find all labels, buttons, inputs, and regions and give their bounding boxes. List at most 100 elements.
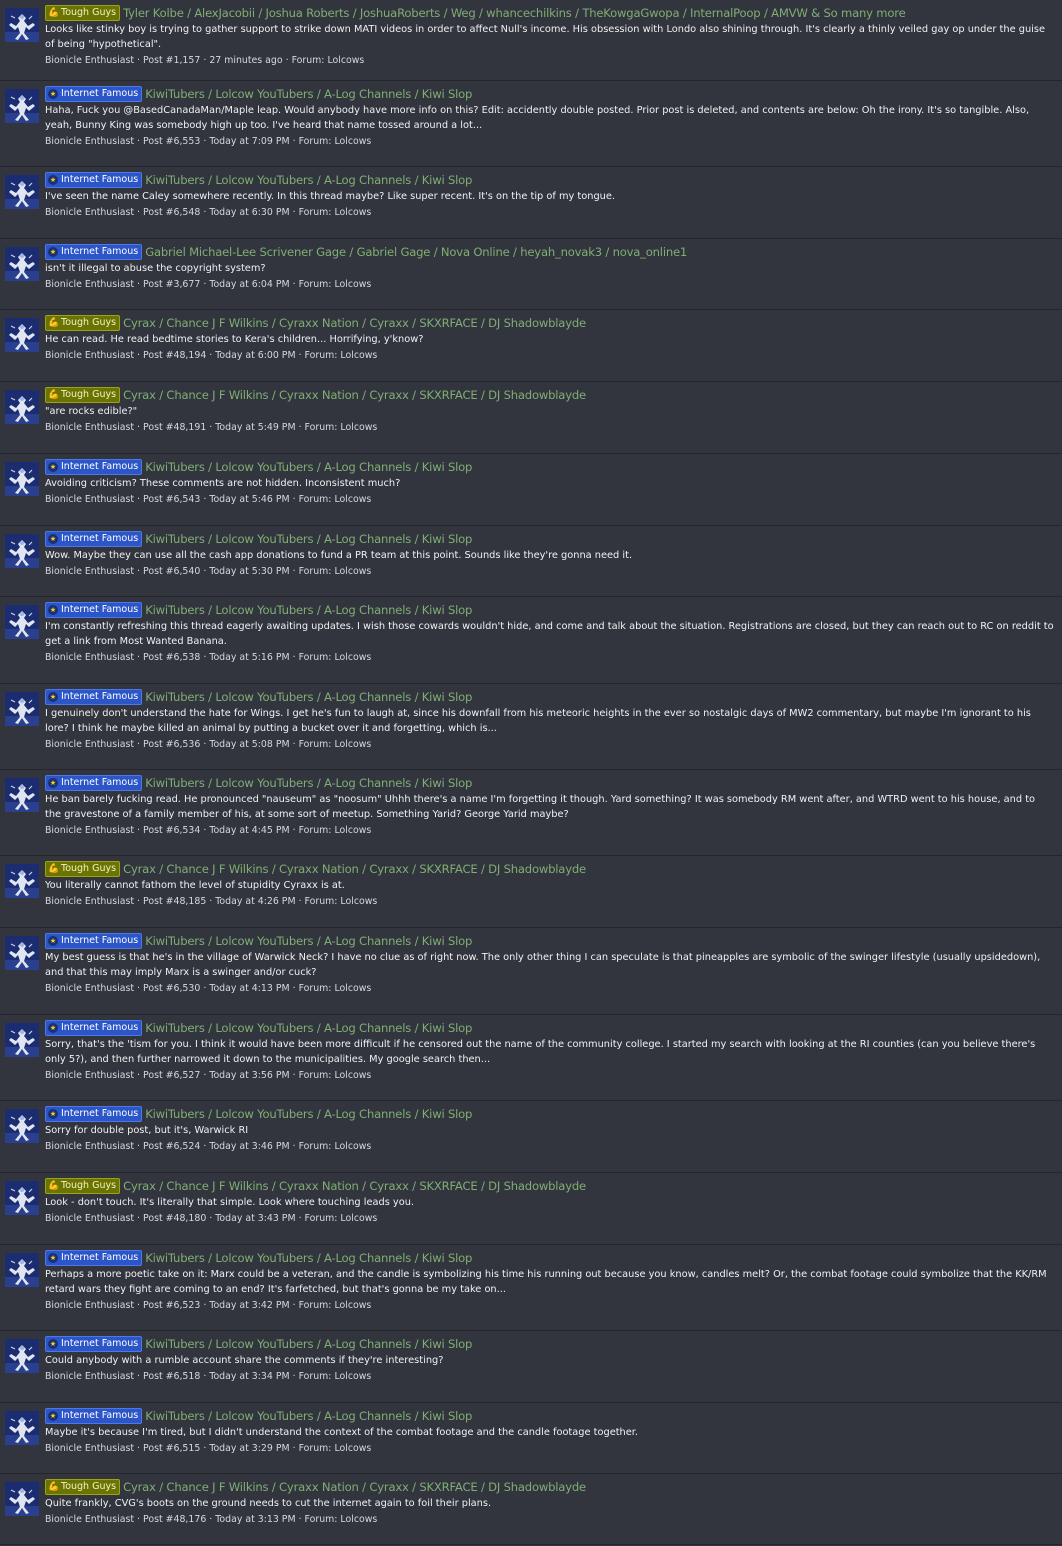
avatar[interactable] xyxy=(5,8,39,42)
tough-guys-label[interactable]: 💪 Tough Guys xyxy=(45,387,121,403)
thread-title-link[interactable]: KiwiTubers / Lolcow YouTubers / A-Log Ch… xyxy=(145,775,472,791)
tough-guys-label[interactable]: 💪 Tough Guys xyxy=(45,1178,121,1194)
post-snippet[interactable]: Perhaps a more poetic take on it: Marx c… xyxy=(45,1267,1056,1297)
avatar[interactable] xyxy=(5,534,39,568)
forum-link[interactable]: Lolcows xyxy=(334,652,371,663)
avatar[interactable] xyxy=(5,247,39,281)
post-snippet[interactable]: My best guess is that he's in the villag… xyxy=(45,950,1056,980)
thread-title-link[interactable]: KiwiTubers / Lolcow YouTubers / A-Log Ch… xyxy=(145,1408,472,1424)
thread-title-link[interactable]: Gabriel Michael-Lee Scrivener Gage / Gab… xyxy=(145,244,687,260)
post-snippet[interactable]: I've seen the name Caley somewhere recen… xyxy=(45,189,1056,204)
author-link[interactable]: Bionicle Enthusiast xyxy=(45,652,134,663)
author-link[interactable]: Bionicle Enthusiast xyxy=(45,739,134,750)
author-link[interactable]: Bionicle Enthusiast xyxy=(45,896,134,907)
forum-link[interactable]: Lolcows xyxy=(334,279,371,290)
post-number-link[interactable]: Post #6,548 xyxy=(143,207,200,218)
forum-link[interactable]: Lolcows xyxy=(334,136,371,147)
avatar[interactable] xyxy=(5,318,39,352)
author-link[interactable]: Bionicle Enthusiast xyxy=(45,350,134,361)
post-number-link[interactable]: Post #3,677 xyxy=(143,279,200,290)
internet-famous-label[interactable]: ★ Internet Famous xyxy=(45,1408,143,1424)
internet-famous-label[interactable]: ★ Internet Famous xyxy=(45,1336,143,1352)
author-link[interactable]: Bionicle Enthusiast xyxy=(45,1141,134,1152)
author-link[interactable]: Bionicle Enthusiast xyxy=(45,825,134,836)
thread-title-link[interactable]: KiwiTubers / Lolcow YouTubers / A-Log Ch… xyxy=(145,86,472,102)
thread-title-link[interactable]: KiwiTubers / Lolcow YouTubers / A-Log Ch… xyxy=(145,1336,472,1352)
thread-title-link[interactable]: KiwiTubers / Lolcow YouTubers / A-Log Ch… xyxy=(145,459,472,475)
internet-famous-label[interactable]: ★ Internet Famous xyxy=(45,1020,143,1036)
author-link[interactable]: Bionicle Enthusiast xyxy=(45,1070,134,1081)
avatar[interactable] xyxy=(5,89,39,123)
internet-famous-label[interactable]: ★ Internet Famous xyxy=(45,86,143,102)
post-snippet[interactable]: He can read. He read bedtime stories to … xyxy=(45,332,1056,347)
thread-title-link[interactable]: KiwiTubers / Lolcow YouTubers / A-Log Ch… xyxy=(145,689,472,705)
post-snippet[interactable]: He ban barely fucking read. He pronounce… xyxy=(45,792,1056,822)
thread-title-link[interactable]: KiwiTubers / Lolcow YouTubers / A-Log Ch… xyxy=(145,1020,472,1036)
forum-link[interactable]: Lolcows xyxy=(334,207,371,218)
author-link[interactable]: Bionicle Enthusiast xyxy=(45,1213,134,1224)
avatar[interactable] xyxy=(5,462,39,496)
forum-link[interactable]: Lolcows xyxy=(334,1070,371,1081)
internet-famous-label[interactable]: ★ Internet Famous xyxy=(45,1106,143,1122)
internet-famous-label[interactable]: ★ Internet Famous xyxy=(45,1250,143,1266)
author-link[interactable]: Bionicle Enthusiast xyxy=(45,422,134,433)
thread-title-link[interactable]: Cyrax / Chance J F Wilkins / Cyraxx Nati… xyxy=(123,387,586,403)
post-number-link[interactable]: Post #6,534 xyxy=(143,825,200,836)
post-number-link[interactable]: Post #6,518 xyxy=(143,1371,200,1382)
internet-famous-label[interactable]: ★ Internet Famous xyxy=(45,689,143,705)
thread-title-link[interactable]: Cyrax / Chance J F Wilkins / Cyraxx Nati… xyxy=(123,861,586,877)
author-link[interactable]: Bionicle Enthusiast xyxy=(45,55,134,66)
post-snippet[interactable]: "are rocks edible?" xyxy=(45,404,1056,419)
post-snippet[interactable]: Sorry for double post, but it's, Warwick… xyxy=(45,1123,1056,1138)
forum-link[interactable]: Lolcows xyxy=(327,55,364,66)
post-number-link[interactable]: Post #48,185 xyxy=(143,896,206,907)
avatar[interactable] xyxy=(5,1482,39,1516)
post-number-link[interactable]: Post #48,194 xyxy=(143,350,206,361)
avatar[interactable] xyxy=(5,605,39,639)
avatar[interactable] xyxy=(5,1253,39,1287)
author-link[interactable]: Bionicle Enthusiast xyxy=(45,1300,134,1311)
forum-link[interactable]: Lolcows xyxy=(334,739,371,750)
avatar[interactable] xyxy=(5,1411,39,1445)
forum-link[interactable]: Lolcows xyxy=(340,1213,377,1224)
post-snippet[interactable]: Avoiding criticism? These comments are n… xyxy=(45,476,1056,491)
post-number-link[interactable]: Post #48,180 xyxy=(143,1213,206,1224)
internet-famous-label[interactable]: ★ Internet Famous xyxy=(45,172,143,188)
author-link[interactable]: Bionicle Enthusiast xyxy=(45,494,134,505)
internet-famous-label[interactable]: ★ Internet Famous xyxy=(45,933,143,949)
post-snippet[interactable]: Maybe it's because I'm tired, but I didn… xyxy=(45,1425,1056,1440)
thread-title-link[interactable]: KiwiTubers / Lolcow YouTubers / A-Log Ch… xyxy=(145,933,472,949)
forum-link[interactable]: Lolcows xyxy=(334,983,371,994)
forum-link[interactable]: Lolcows xyxy=(334,1141,371,1152)
post-snippet[interactable]: Look - don't touch. It's literally that … xyxy=(45,1195,1056,1210)
thread-title-link[interactable]: Cyrax / Chance J F Wilkins / Cyraxx Nati… xyxy=(123,1479,586,1495)
internet-famous-label[interactable]: ★ Internet Famous xyxy=(45,459,143,475)
post-snippet[interactable]: Sorry, that's the 'tism for you. I think… xyxy=(45,1037,1056,1067)
post-number-link[interactable]: Post #6,540 xyxy=(143,566,200,577)
forum-link[interactable]: Lolcows xyxy=(334,566,371,577)
post-number-link[interactable]: Post #6,543 xyxy=(143,494,200,505)
post-snippet[interactable]: I'm constantly refreshing this thread ea… xyxy=(45,619,1056,649)
avatar[interactable] xyxy=(5,1109,39,1143)
post-snippet[interactable]: Looks like stinky boy is trying to gathe… xyxy=(45,22,1056,52)
thread-title-link[interactable]: Tyler Kolbe / AlexJacobii / Joshua Rober… xyxy=(123,5,906,21)
thread-title-link[interactable]: KiwiTubers / Lolcow YouTubers / A-Log Ch… xyxy=(145,531,472,547)
forum-link[interactable]: Lolcows xyxy=(340,350,377,361)
author-link[interactable]: Bionicle Enthusiast xyxy=(45,566,134,577)
tough-guys-label[interactable]: 💪 Tough Guys xyxy=(45,1479,121,1495)
post-number-link[interactable]: Post #6,515 xyxy=(143,1443,200,1454)
thread-title-link[interactable]: KiwiTubers / Lolcow YouTubers / A-Log Ch… xyxy=(145,172,472,188)
post-snippet[interactable]: I genuinely don't understand the hate fo… xyxy=(45,706,1056,736)
internet-famous-label[interactable]: ★ Internet Famous xyxy=(45,531,143,547)
post-number-link[interactable]: Post #48,176 xyxy=(143,1514,206,1525)
post-number-link[interactable]: Post #6,523 xyxy=(143,1300,200,1311)
avatar[interactable] xyxy=(5,1339,39,1373)
forum-link[interactable]: Lolcows xyxy=(340,422,377,433)
internet-famous-label[interactable]: ★ Internet Famous xyxy=(45,602,143,618)
internet-famous-label[interactable]: ★ Internet Famous xyxy=(45,775,143,791)
post-snippet[interactable]: You literally cannot fathom the level of… xyxy=(45,878,1056,893)
post-snippet[interactable]: Wow. Maybe they can use all the cash app… xyxy=(45,548,1056,563)
post-number-link[interactable]: Post #6,524 xyxy=(143,1141,200,1152)
avatar[interactable] xyxy=(5,864,39,898)
thread-title-link[interactable]: Cyrax / Chance J F Wilkins / Cyraxx Nati… xyxy=(123,315,586,331)
